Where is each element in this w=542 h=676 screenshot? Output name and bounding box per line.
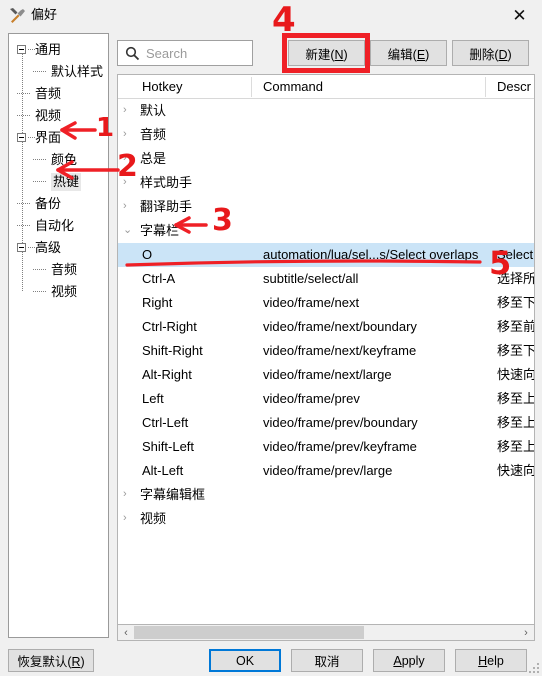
annotation-4: 4 bbox=[272, 0, 296, 40]
annotation-overlay bbox=[56, 121, 482, 267]
annotation-3: 3 bbox=[212, 203, 233, 238]
annotation-1: 1 bbox=[96, 113, 115, 143]
annotation-5: 5 bbox=[489, 244, 512, 282]
annotation-2: 2 bbox=[117, 149, 138, 184]
